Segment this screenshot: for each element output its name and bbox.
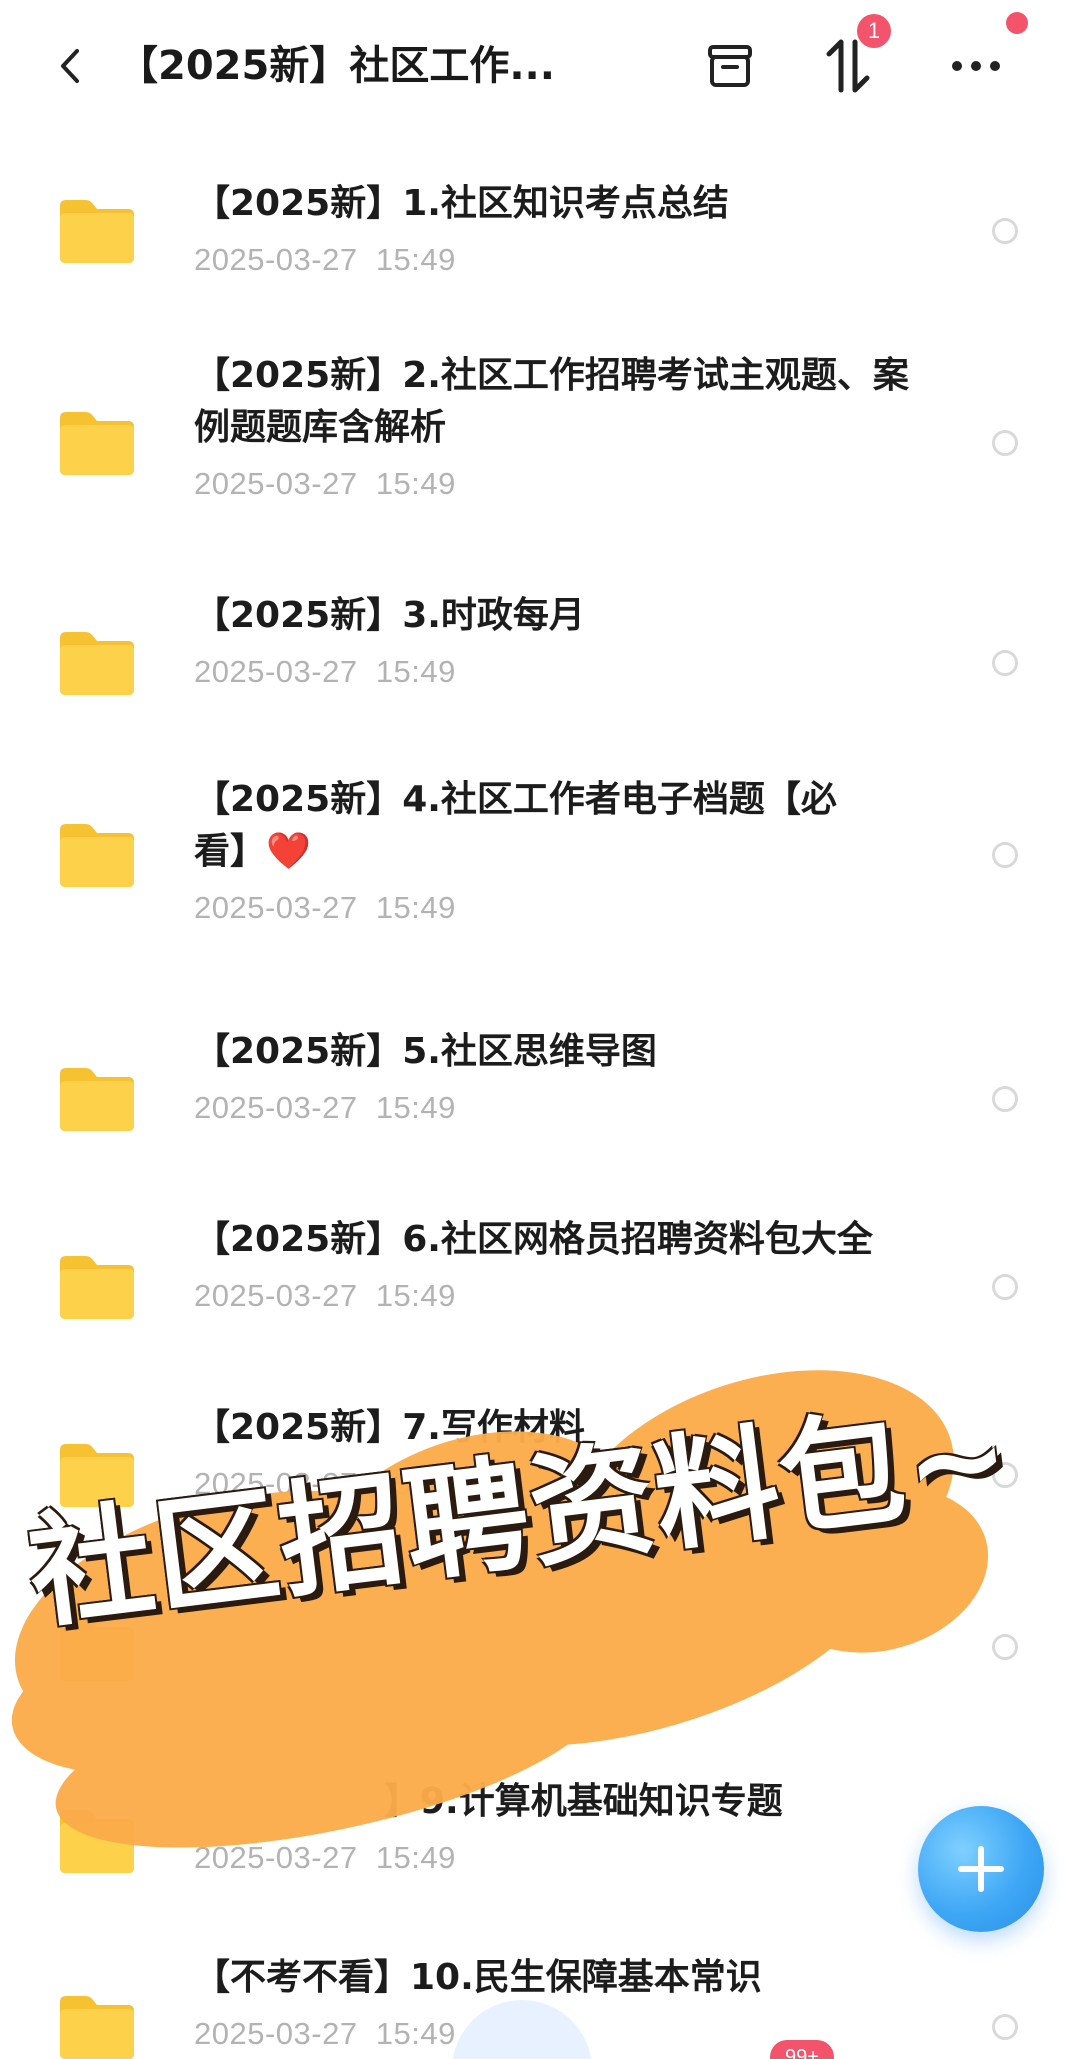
file-name: 】9.计算机基础知识专题 bbox=[384, 1781, 783, 1822]
file-date: 2025-03-27 bbox=[194, 1278, 358, 1313]
select-radio[interactable] bbox=[992, 218, 1018, 244]
list-item[interactable]: 【2025新】6.社区网格员招聘资料包大全 2025-03-27 15:49 bbox=[0, 1188, 1080, 1368]
folder-icon bbox=[60, 1256, 134, 1319]
folder-icon bbox=[60, 412, 134, 475]
select-radio[interactable] bbox=[992, 1274, 1018, 1300]
file-date: 2025-03-27 bbox=[194, 242, 358, 277]
notification-dot bbox=[1006, 12, 1028, 34]
select-radio[interactable] bbox=[992, 1086, 1018, 1112]
archive-box-icon bbox=[708, 45, 752, 87]
file-date: 2025-03-27 bbox=[194, 1466, 358, 1501]
select-radio[interactable] bbox=[992, 430, 1018, 456]
file-timestamp: 2025-03-27 15:49 bbox=[194, 888, 456, 928]
file-name: 【2025新】6.社区网格员招聘资料包大全 bbox=[194, 1219, 873, 1260]
file-list: 【2025新】1.社区知识考点总结 2025-03-27 15:49 【2025… bbox=[0, 140, 1080, 2059]
file-timestamp: 2025-03-27 15:49 bbox=[194, 1276, 456, 1316]
file-date: 2025-03-27 bbox=[194, 1090, 358, 1125]
list-item[interactable]: 【2025新】4.社区工作者电子档题【必看】❤️ 2025-03-27 15:4… bbox=[0, 750, 1080, 990]
list-item[interactable]: 【2025新】3.时政每月 2025-03-27 15:49 bbox=[0, 560, 1080, 740]
file-name: 【2025新】5.社区思维导图 bbox=[194, 1031, 657, 1072]
folder-icon bbox=[60, 1996, 134, 2059]
folder-icon bbox=[60, 632, 134, 695]
file-name: 【2025新】4.社区工作者电子档题【必看】❤️ bbox=[194, 779, 837, 872]
file-name: 【2025新】7.写作材料 bbox=[194, 1407, 585, 1448]
add-button[interactable] bbox=[918, 1806, 1044, 1932]
file-name: 【2025新】2.社区工作招聘考试主观题、案例题题库含解析 bbox=[194, 355, 909, 448]
file-date: 2025-03-27 bbox=[194, 654, 358, 689]
select-radio[interactable] bbox=[992, 842, 1018, 868]
select-radio[interactable] bbox=[992, 2014, 1018, 2040]
file-timestamp: 2025-03-27 15:49 bbox=[194, 464, 456, 504]
folder-icon bbox=[60, 824, 134, 887]
file-time: 15:49 bbox=[375, 1090, 456, 1125]
file-date: 2025-03-27 bbox=[194, 890, 358, 925]
file-time: 15:49 bbox=[375, 466, 456, 501]
file-date: 2025-03-27 bbox=[194, 1840, 358, 1875]
file-name: 【不考不看】10.民生保障基本常识 bbox=[194, 1957, 762, 1998]
file-browser-screen: 【2025新】社区工作... 1 【2025新】1.社区知识考点总结 2025-… bbox=[0, 0, 1080, 2059]
file-name: 【2025新】1.社区知识考点总结 bbox=[194, 183, 729, 224]
list-item[interactable]: 【2025新】1.社区知识考点总结 2025-03-27 15:49 bbox=[0, 140, 1080, 330]
file-date: 2025-03-27 bbox=[194, 2016, 358, 2051]
chevron-left-icon bbox=[61, 49, 79, 83]
file-time: 15:49 bbox=[375, 1278, 456, 1313]
file-time: 15:49 bbox=[375, 890, 456, 925]
file-timestamp: 2025-03-27 15:49 bbox=[194, 652, 456, 692]
transfer-count-badge: 1 bbox=[857, 14, 891, 48]
back-button[interactable] bbox=[42, 38, 98, 94]
file-timestamp: 2025-03-27 15:49 bbox=[194, 1464, 456, 1504]
select-radio[interactable] bbox=[992, 1462, 1018, 1488]
folder-icon bbox=[60, 1810, 134, 1873]
folder-icon bbox=[60, 200, 134, 263]
file-time: 15:49 bbox=[375, 654, 456, 689]
file-timestamp: 2025-03-27 15:49 bbox=[194, 1838, 456, 1878]
list-item[interactable] bbox=[0, 1564, 1080, 1744]
file-time: 15:49 bbox=[375, 242, 456, 277]
file-time: 15:49 bbox=[375, 2016, 456, 2051]
list-item[interactable]: 】9.计算机基础知识专题 2025-03-27 15:49 bbox=[0, 1750, 1080, 1930]
more-button[interactable] bbox=[944, 34, 1008, 98]
file-name: 【2025新】3.时政每月 bbox=[194, 595, 585, 636]
select-radio[interactable] bbox=[992, 1634, 1018, 1660]
select-radio[interactable] bbox=[992, 650, 1018, 676]
bottom-count-badge: 99+ bbox=[770, 2040, 834, 2059]
folder-icon bbox=[60, 1068, 134, 1131]
list-item[interactable]: 【2025新】7.写作材料 2025-03-27 15:49 bbox=[0, 1376, 1080, 1556]
file-time: 15:49 bbox=[375, 1840, 456, 1875]
top-bar: 【2025新】社区工作... 1 bbox=[0, 0, 1080, 140]
file-timestamp: 2025-03-27 15:49 bbox=[194, 2014, 456, 2054]
file-time: 15:49 bbox=[375, 1466, 456, 1501]
list-item[interactable]: 【2025新】2.社区工作招聘考试主观题、案例题题库含解析 2025-03-27… bbox=[0, 340, 1080, 580]
file-timestamp: 2025-03-27 15:49 bbox=[194, 240, 456, 280]
plus-icon bbox=[958, 1846, 1004, 1892]
list-item[interactable]: 【2025新】5.社区思维导图 2025-03-27 15:49 bbox=[0, 1000, 1080, 1180]
folder-icon bbox=[60, 1618, 134, 1681]
page-title: 【2025新】社区工作... bbox=[118, 43, 555, 89]
more-horizontal-icon bbox=[952, 61, 1000, 71]
folder-icon bbox=[60, 1444, 134, 1507]
archive-button[interactable] bbox=[698, 34, 762, 98]
file-timestamp: 2025-03-27 15:49 bbox=[194, 1088, 456, 1128]
file-date: 2025-03-27 bbox=[194, 466, 358, 501]
